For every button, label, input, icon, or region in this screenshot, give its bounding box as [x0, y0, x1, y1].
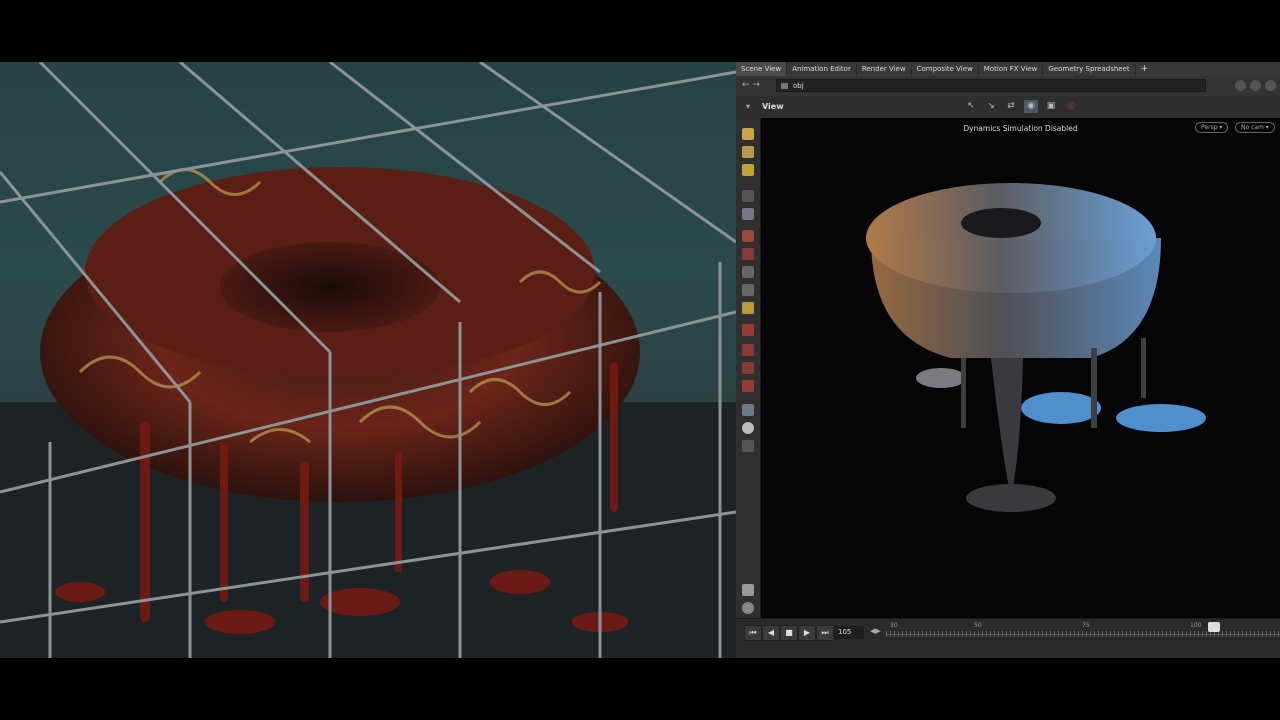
tab-geometry-spreadsheet[interactable]: Geometry Spreadsheet [1043, 62, 1136, 76]
folder-icon [781, 83, 788, 89]
add-tab-button[interactable]: + [1136, 62, 1154, 76]
render-region-icon[interactable]: ▣ [1044, 100, 1058, 113]
camera-icon[interactable] [742, 324, 754, 336]
back-arrow-icon[interactable]: ← → [742, 80, 760, 90]
lock-icon[interactable] [742, 208, 754, 220]
jump-to-end-button[interactable]: ⏭ [816, 625, 834, 641]
scene-viewport[interactable]: Dynamics Simulation Disabled Persp ▾ No … [761, 118, 1280, 618]
render-image [0, 62, 736, 658]
play-button[interactable]: ▶ [798, 625, 816, 641]
tick-label: 50 [974, 622, 982, 629]
tab-animation-editor[interactable]: Animation Editor [787, 62, 857, 76]
jump-to-start-button[interactable]: ⏮ [744, 625, 762, 641]
stop-button[interactable]: ■ [780, 625, 798, 641]
left-toolbar [736, 118, 761, 618]
viewer-menu-icon[interactable]: ▾ [746, 102, 750, 111]
settings-icon[interactable] [1265, 80, 1276, 91]
handle-tool-icon[interactable]: ⇄ [1004, 100, 1018, 113]
point-snap-icon[interactable] [742, 284, 754, 296]
viewer-toolbar: ▾ View ↖ ↘ ⇄ ◉ ▣ ◎ [736, 96, 1280, 119]
tick-label: 30 [890, 622, 898, 629]
rotate-icon[interactable] [742, 164, 754, 176]
step-back-button[interactable]: ◀ [762, 625, 780, 641]
tick-label: 75 [1082, 622, 1090, 629]
display-icon[interactable] [742, 404, 754, 416]
viewer-tools: ↖ ↘ ⇄ ◉ ▣ ◎ [964, 100, 1078, 113]
select-tool-icon[interactable]: ↖ [964, 100, 978, 113]
pose-icon[interactable] [742, 190, 754, 202]
tab-composite-view[interactable]: Composite View [912, 62, 979, 76]
snap-icon[interactable] [742, 230, 754, 242]
timeline-track [886, 634, 1280, 635]
viewer-title: View [762, 102, 784, 111]
tab-motion-fx-view[interactable]: Motion FX View [979, 62, 1044, 76]
sphere-icon[interactable] [742, 344, 754, 356]
magnet-icon[interactable] [742, 248, 754, 260]
record-icon[interactable]: ◎ [1064, 100, 1078, 113]
timeline-ruler[interactable]: 30 50 75 100 [886, 622, 1280, 642]
visibility-icon[interactable] [742, 584, 754, 596]
network-path-field[interactable]: obj [776, 79, 1206, 92]
path-value: obj [793, 82, 804, 90]
shading-icon[interactable] [742, 422, 754, 434]
step-arrows-icon[interactable]: ◀▶ [870, 627, 881, 635]
donut-simulation-preview [866, 183, 1206, 512]
link-icon[interactable] [1250, 80, 1261, 91]
path-bar: ← → obj [736, 76, 1280, 96]
playbar: ⏮ ◀ ■ ▶ ⏭ 105 ◀▶ 30 50 75 100 [736, 618, 1280, 658]
select-icon[interactable] [742, 128, 754, 140]
pin-icon[interactable] [1235, 80, 1246, 91]
path-bar-tools [1235, 80, 1276, 91]
tick-label: 100 [1190, 622, 1202, 629]
move-icon[interactable] [742, 146, 754, 158]
timeline-cursor[interactable] [1208, 622, 1220, 632]
view-tool-icon[interactable]: ◉ [1024, 100, 1038, 113]
current-frame-field[interactable]: 105 [834, 626, 864, 639]
transform-tool-icon[interactable]: ↘ [984, 100, 998, 113]
torus-icon[interactable] [742, 362, 754, 374]
tab-render-view[interactable]: Render View [857, 62, 912, 76]
ghost-icon[interactable] [742, 602, 754, 614]
tab-scene-view[interactable]: Scene View [736, 62, 788, 76]
grid-snap-icon[interactable] [742, 266, 754, 278]
caged-donut-render [0, 62, 736, 658]
light-icon[interactable] [742, 302, 754, 314]
houdini-panel: Scene View Animation Editor Render View … [736, 62, 1280, 658]
background-icon[interactable] [742, 440, 754, 452]
pane-tab-bar: Scene View Animation Editor Render View … [736, 62, 1280, 76]
ring-icon[interactable] [742, 380, 754, 392]
